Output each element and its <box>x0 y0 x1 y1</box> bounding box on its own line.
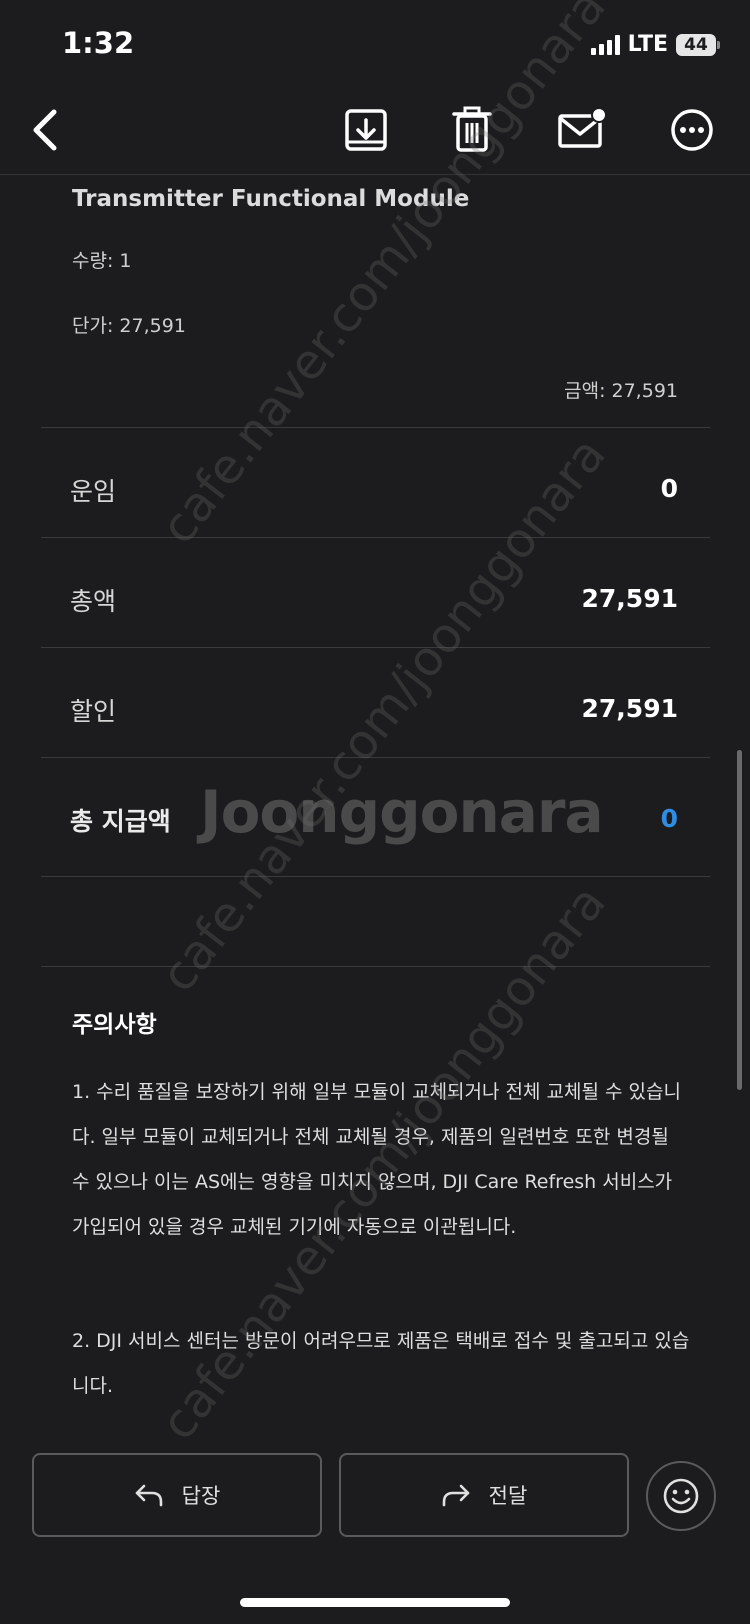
mark-unread-button[interactable] <box>557 106 607 150</box>
home-indicator <box>240 1598 510 1607</box>
total-value: 0 <box>660 804 678 833</box>
item-quantity: 수량: 1 <box>72 250 132 272</box>
discount-value: 27,591 <box>581 694 678 723</box>
divider <box>41 537 710 538</box>
status-indicators: LTE 44 <box>590 32 720 57</box>
forward-label: 전달 <box>488 1484 528 1508</box>
back-button[interactable] <box>28 108 62 152</box>
status-time: 1:32 <box>62 26 135 60</box>
battery-level: 44 <box>676 33 716 56</box>
divider <box>41 427 710 428</box>
forward-button[interactable]: 전달 <box>339 1453 629 1537</box>
archive-button[interactable] <box>344 108 388 152</box>
mail-unread-icon <box>558 107 607 148</box>
toolbar-divider <box>0 174 750 175</box>
reply-label: 답장 <box>181 1484 221 1508</box>
subtotal-label: 총액 <box>70 587 117 616</box>
network-label: LTE <box>627 32 668 57</box>
more-icon <box>671 109 713 151</box>
item-amount: 금액: 27,591 <box>564 380 678 402</box>
battery-icon: 44 <box>676 33 720 56</box>
divider <box>41 966 710 967</box>
subtotal-value: 27,591 <box>581 584 678 613</box>
smiley-icon <box>663 1478 699 1514</box>
shipping-label: 운임 <box>70 477 117 506</box>
emoji-button[interactable] <box>646 1461 716 1531</box>
discount-label: 할인 <box>70 697 117 726</box>
archive-icon <box>345 109 387 151</box>
scrollbar[interactable] <box>737 750 742 1090</box>
more-button[interactable] <box>670 108 714 152</box>
chevron-left-icon <box>33 109 57 151</box>
divider <box>41 647 710 648</box>
total-label: 총 지급액 <box>70 807 171 836</box>
shipping-value: 0 <box>660 474 678 503</box>
divider <box>41 876 710 877</box>
reply-button[interactable]: 답장 <box>32 1453 322 1537</box>
item-unit-price: 단가: 27,591 <box>72 315 186 337</box>
reply-icon <box>135 1484 162 1507</box>
notice-title: 주의사항 <box>72 1012 157 1038</box>
forward-icon <box>442 1484 469 1507</box>
